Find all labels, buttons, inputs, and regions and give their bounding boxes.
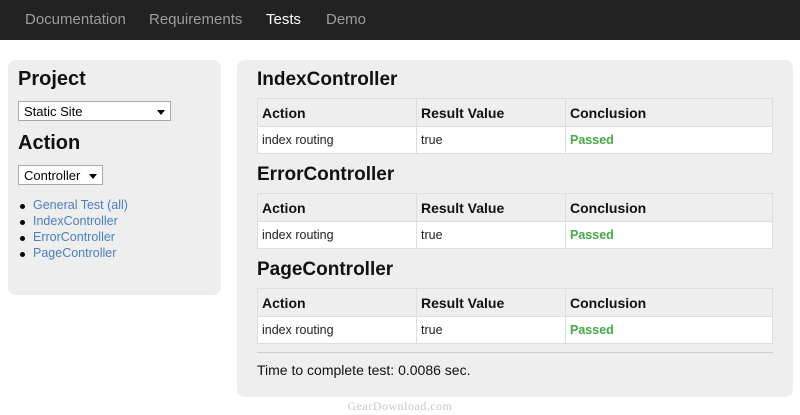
watermark: GearDownload.com xyxy=(347,399,453,413)
link-error-controller[interactable]: ErrorController xyxy=(33,230,115,244)
cell-action: index routing xyxy=(257,126,417,154)
list-item: General Test (all) xyxy=(18,198,128,214)
section-title: ErrorController xyxy=(257,164,395,185)
table-row: index routing true Passed xyxy=(257,221,773,249)
column-header-result: Result Value xyxy=(416,98,566,127)
column-header-action: Action xyxy=(257,98,417,127)
column-header-conclusion: Conclusion xyxy=(565,193,773,222)
cell-conclusion: Passed xyxy=(565,126,773,154)
cell-action: index routing xyxy=(257,316,417,344)
action-select[interactable]: Controller xyxy=(18,165,103,185)
cell-result: true xyxy=(416,316,566,344)
cell-action: index routing xyxy=(257,221,417,249)
action-heading: Action xyxy=(18,132,81,154)
nav-tests[interactable]: Tests xyxy=(266,11,301,28)
divider xyxy=(257,352,773,353)
column-header-conclusion: Conclusion xyxy=(565,288,773,317)
nav-documentation[interactable]: Documentation xyxy=(25,11,126,28)
results-table: Action Result Value Conclusion index rou… xyxy=(257,98,773,154)
link-index-controller[interactable]: IndexController xyxy=(33,214,118,228)
bullet-icon xyxy=(20,252,25,257)
column-header-action: Action xyxy=(257,193,417,222)
sidebar-panel: Project Static Site Action Controller Ge… xyxy=(8,60,221,295)
table-row: index routing true Passed xyxy=(257,316,773,344)
link-general-test[interactable]: General Test (all) xyxy=(33,198,128,212)
list-item: PageController xyxy=(18,246,128,262)
action-select-value: Controller xyxy=(24,168,81,183)
test-link-list: General Test (all) IndexController Error… xyxy=(18,198,128,262)
column-header-result: Result Value xyxy=(416,288,566,317)
results-table: Action Result Value Conclusion index rou… xyxy=(257,288,773,344)
nav-requirements[interactable]: Requirements xyxy=(149,11,242,28)
table-header-row: Action Result Value Conclusion xyxy=(257,193,773,222)
chevron-down-icon xyxy=(157,110,165,115)
section-title: IndexController xyxy=(257,69,398,90)
results-table: Action Result Value Conclusion index rou… xyxy=(257,193,773,249)
link-page-controller[interactable]: PageController xyxy=(33,246,116,260)
test-duration: Time to complete test: 0.0086 sec. xyxy=(257,362,471,378)
top-navbar: Documentation Requirements Tests Demo xyxy=(0,0,800,40)
chevron-down-icon xyxy=(89,174,97,179)
table-row: index routing true Passed xyxy=(257,126,773,154)
cell-conclusion: Passed xyxy=(565,316,773,344)
table-header-row: Action Result Value Conclusion xyxy=(257,288,773,317)
cell-result: true xyxy=(416,126,566,154)
project-select[interactable]: Static Site xyxy=(18,101,171,121)
results-panel: IndexController Action Result Value Conc… xyxy=(237,60,793,397)
bullet-icon xyxy=(20,236,25,241)
list-item: ErrorController xyxy=(18,230,128,246)
bullet-icon xyxy=(20,220,25,225)
table-header-row: Action Result Value Conclusion xyxy=(257,98,773,127)
section-title: PageController xyxy=(257,259,394,280)
nav-demo[interactable]: Demo xyxy=(326,11,366,28)
project-select-value: Static Site xyxy=(24,104,83,119)
bullet-icon xyxy=(20,204,25,209)
column-header-result: Result Value xyxy=(416,193,566,222)
column-header-action: Action xyxy=(257,288,417,317)
column-header-conclusion: Conclusion xyxy=(565,98,773,127)
list-item: IndexController xyxy=(18,214,128,230)
project-heading: Project xyxy=(18,68,86,90)
cell-result: true xyxy=(416,221,566,249)
cell-conclusion: Passed xyxy=(565,221,773,249)
